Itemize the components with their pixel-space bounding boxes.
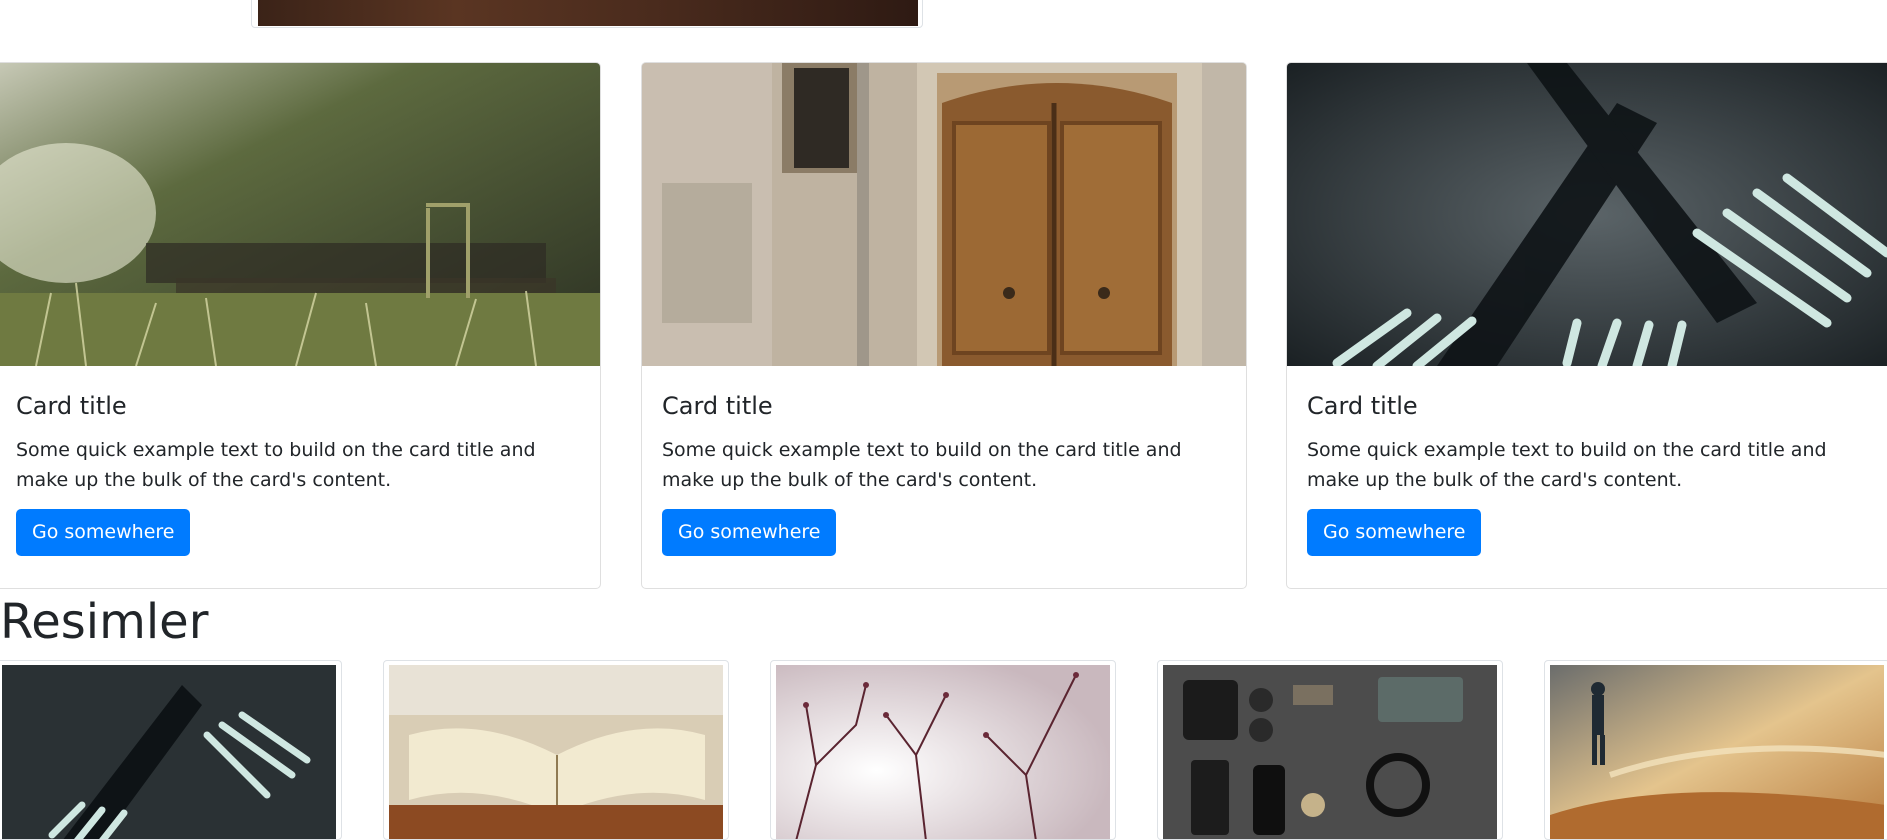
card-text: Some quick example text to build on the … (1307, 438, 1827, 491)
gallery-thumbnail-flatlay[interactable] (1157, 660, 1503, 840)
top-image-thumbnail (251, 0, 923, 28)
gallery-image-flatlay (1163, 665, 1497, 839)
card-2: Card title Some quick example text to bu… (641, 62, 1247, 589)
top-image (258, 0, 918, 26)
card-body: Card title Some quick example text to bu… (1307, 366, 1875, 556)
gallery-image-blossom (776, 665, 1110, 839)
card-1: Card title Some quick example text to bu… (0, 62, 601, 589)
card-title: Card title (662, 392, 773, 420)
card-image-grass-steps (0, 63, 600, 366)
gallery-image-sea (1550, 665, 1884, 839)
go-somewhere-button[interactable]: Go somewhere (1307, 508, 1482, 556)
card-text: Some quick example text to build on the … (662, 438, 1182, 491)
card-text: Some quick example text to build on the … (16, 438, 536, 491)
go-somewhere-button[interactable]: Go somewhere (16, 508, 191, 556)
card-3: Card title Some quick example text to bu… (1286, 62, 1887, 589)
go-somewhere-button[interactable]: Go somewhere (662, 508, 837, 556)
card-title: Card title (1307, 392, 1418, 420)
gallery-image-book (389, 665, 723, 839)
gallery-thumbnail-sea[interactable] (1544, 660, 1887, 840)
gallery-image-forks (2, 665, 336, 839)
gallery-thumbnail-forks[interactable] (0, 660, 342, 840)
gallery-thumbnail-book[interactable] (383, 660, 729, 840)
card-image-wooden-door (642, 63, 1246, 366)
card-image-forks (1287, 63, 1887, 366)
card-body: Card title Some quick example text to bu… (662, 366, 1226, 556)
gallery-thumbnail-blossom[interactable] (770, 660, 1116, 840)
card-body: Card title Some quick example text to bu… (16, 366, 580, 556)
gallery-heading: Resimler (0, 594, 209, 650)
card-title: Card title (16, 392, 127, 420)
